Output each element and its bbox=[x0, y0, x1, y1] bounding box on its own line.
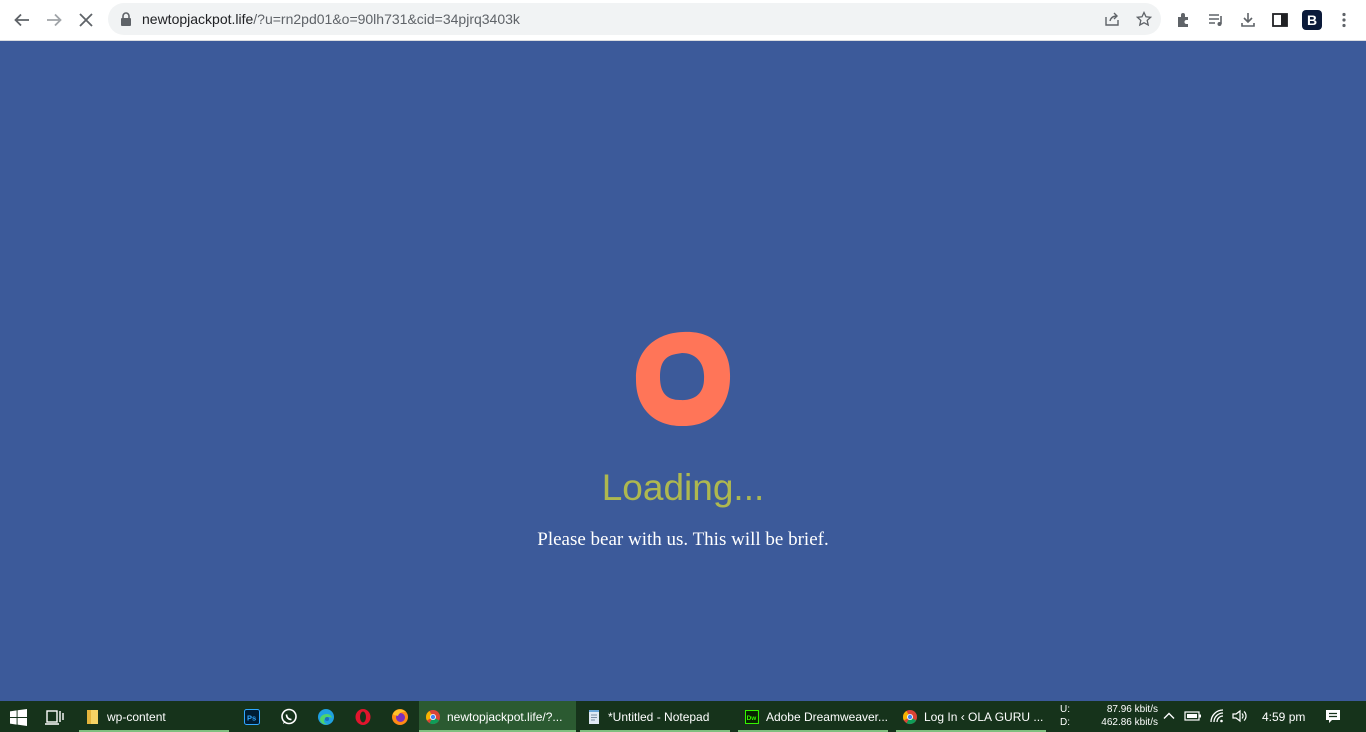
edge-icon bbox=[318, 709, 334, 725]
page-content: Loading... Please bear with us. This wil… bbox=[0, 41, 1366, 701]
volume-button[interactable] bbox=[1231, 707, 1249, 725]
taskbar-app-label: newtopjackpot.life/?... bbox=[447, 709, 563, 724]
show-hidden-icons-button[interactable] bbox=[1160, 707, 1178, 725]
loader-logo-icon bbox=[635, 331, 731, 427]
arrow-left-icon bbox=[14, 13, 29, 27]
task-view-icon bbox=[45, 710, 64, 725]
star-icon bbox=[1136, 11, 1152, 27]
notification-icon bbox=[1326, 710, 1340, 723]
profile-button[interactable]: B bbox=[1298, 6, 1326, 34]
url-text[interactable]: newtopjackpot.life/?u=rn2pd01&o=90lh731&… bbox=[142, 11, 520, 27]
side-panel-button[interactable] bbox=[1266, 6, 1294, 34]
url-host: newtopjackpot.life bbox=[142, 11, 254, 27]
share-icon bbox=[1105, 12, 1119, 26]
notepad-icon bbox=[589, 709, 599, 724]
side-panel-icon bbox=[1272, 13, 1288, 27]
loading-subtitle: Please bear with us. This will be brief. bbox=[537, 529, 829, 550]
taskbar-app-label: Log In ‹ OLA GURU ... bbox=[924, 709, 1044, 724]
extensions-button[interactable] bbox=[1170, 6, 1198, 34]
firefox-icon bbox=[392, 709, 408, 725]
bookmark-button[interactable] bbox=[1133, 8, 1155, 30]
upload-value: 87.96 kbit/s bbox=[1106, 704, 1158, 715]
puzzle-icon bbox=[1178, 13, 1188, 27]
profile-initial: B bbox=[1306, 12, 1318, 28]
network-button[interactable] bbox=[1208, 707, 1226, 725]
playlist-icon bbox=[1209, 14, 1222, 26]
stop-loading-button[interactable] bbox=[72, 6, 100, 34]
task-view-button[interactable] bbox=[42, 705, 66, 729]
network-speed-meter: U: 87.96 kbit/s D: 462.86 kbit/s bbox=[1060, 703, 1158, 729]
address-bar[interactable]: newtopjackpot.life/?u=rn2pd01&o=90lh731&… bbox=[108, 3, 1161, 35]
speaker-icon bbox=[1232, 709, 1247, 723]
browser-toolbar: newtopjackpot.life/?u=rn2pd01&o=90lh731&… bbox=[0, 0, 1366, 41]
start-button[interactable] bbox=[6, 705, 30, 729]
taskbar-app-label: wp-content bbox=[107, 709, 166, 724]
forward-button[interactable] bbox=[40, 6, 68, 34]
taskbar-app-chrome-jackpot[interactable]: newtopjackpot.life/?... bbox=[419, 701, 576, 732]
svg-text:Dw: Dw bbox=[747, 714, 758, 721]
action-center-button[interactable] bbox=[1324, 707, 1342, 725]
taskbar-pin-firefox[interactable] bbox=[388, 705, 412, 729]
taskbar-app-wp-content[interactable]: wp-content bbox=[79, 701, 229, 732]
chrome-icon bbox=[425, 709, 440, 724]
clock[interactable]: 4:59 pm bbox=[1262, 710, 1305, 724]
dreamweaver-icon: Dw bbox=[744, 709, 759, 724]
loading-title: Loading... bbox=[601, 467, 765, 508]
download-label: D: bbox=[1060, 717, 1070, 728]
upload-label: U: bbox=[1060, 704, 1070, 715]
browser-menu-button[interactable] bbox=[1330, 6, 1358, 34]
arrow-right-icon bbox=[47, 13, 62, 27]
taskbar-app-label: *Untitled - Notepad bbox=[608, 709, 710, 724]
taskbar-pin-opera[interactable] bbox=[351, 705, 375, 729]
taskbar-app-dreamweaver[interactable]: Dw Adobe Dreamweaver... bbox=[738, 701, 888, 732]
taskbar-app-chrome-ola-guru[interactable]: Log In ‹ OLA GURU ... bbox=[896, 701, 1046, 732]
taskbar-pin-edge[interactable] bbox=[314, 705, 338, 729]
lock-icon bbox=[121, 12, 131, 26]
svg-text:Ps: Ps bbox=[247, 714, 256, 723]
chevron-up-icon bbox=[1163, 712, 1175, 719]
url-path: /?u=rn2pd01&o=90lh731&cid=34pjrq3403k bbox=[253, 11, 520, 27]
chrome-icon bbox=[902, 709, 917, 724]
back-button[interactable] bbox=[8, 6, 36, 34]
wifi-icon bbox=[1210, 709, 1224, 723]
taskbar-app-notepad[interactable]: *Untitled - Notepad bbox=[580, 701, 730, 732]
windows-logo-icon bbox=[9, 708, 27, 726]
taskbar-app-label: Adobe Dreamweaver... bbox=[765, 709, 888, 724]
download-icon bbox=[1241, 13, 1255, 27]
more-vertical-icon bbox=[1342, 12, 1346, 28]
opera-icon bbox=[355, 709, 371, 725]
taskbar-pin-whatsapp[interactable] bbox=[277, 705, 301, 729]
profile-avatar: B bbox=[1302, 10, 1322, 30]
whatsapp-icon bbox=[281, 708, 297, 725]
folder-icon bbox=[87, 709, 98, 724]
share-button[interactable] bbox=[1101, 8, 1123, 30]
close-icon bbox=[79, 13, 93, 27]
download-value: 462.86 kbit/s bbox=[1101, 717, 1158, 728]
taskbar: wp-content Ps newtopjackpot.life/?... *U… bbox=[0, 701, 1366, 732]
media-control-button[interactable] bbox=[1202, 6, 1230, 34]
taskbar-pin-photoshop[interactable]: Ps bbox=[240, 705, 264, 729]
battery-button[interactable] bbox=[1184, 707, 1202, 725]
battery-icon bbox=[1184, 711, 1201, 721]
downloads-button[interactable] bbox=[1234, 6, 1262, 34]
photoshop-icon: Ps bbox=[244, 709, 260, 725]
